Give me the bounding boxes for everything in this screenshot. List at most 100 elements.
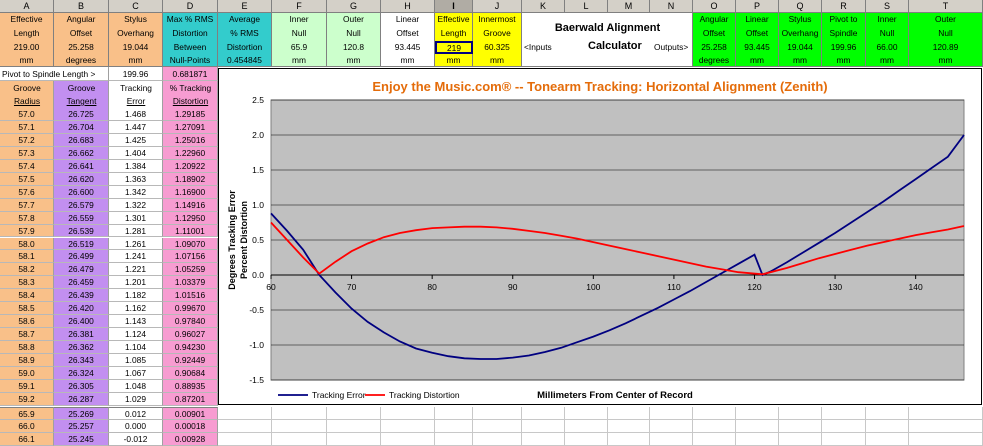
table-cell[interactable]: 58.0 — [0, 237, 54, 251]
empty-cell[interactable] — [650, 433, 693, 446]
empty-cell[interactable] — [522, 407, 565, 420]
empty-cell[interactable] — [608, 407, 650, 420]
table-cell[interactable]: 0.99670 — [163, 302, 218, 316]
table-cell[interactable]: 26.287 — [54, 392, 109, 406]
table-cell[interactable]: 1.03379 — [163, 276, 218, 290]
column-header-i[interactable]: I — [435, 0, 473, 13]
empty-cell[interactable] — [272, 420, 327, 433]
table-cell[interactable]: 26.479 — [54, 263, 109, 277]
header-i-line3[interactable]: 219 — [435, 41, 473, 54]
empty-cell[interactable] — [693, 420, 736, 433]
empty-cell[interactable] — [272, 407, 327, 420]
table-cell[interactable]: 57.5 — [0, 172, 54, 186]
table-cell[interactable]: 1.261 — [109, 237, 163, 251]
table-cell[interactable]: 65.9 — [0, 407, 54, 420]
table-cell[interactable]: 57.4 — [0, 159, 54, 173]
table-cell[interactable]: 57.7 — [0, 198, 54, 212]
table-cell[interactable]: 26.704 — [54, 120, 109, 134]
empty-cell[interactable] — [473, 407, 522, 420]
empty-cell[interactable] — [779, 407, 822, 420]
table-cell[interactable]: 26.343 — [54, 354, 109, 367]
table-cell[interactable]: 1.384 — [109, 159, 163, 173]
empty-cell[interactable] — [565, 407, 608, 420]
table-cell[interactable]: 0.97840 — [163, 315, 218, 329]
table-cell[interactable]: 58.4 — [0, 289, 54, 303]
empty-cell[interactable] — [565, 433, 608, 446]
empty-cell[interactable] — [473, 433, 522, 446]
empty-cell[interactable] — [218, 433, 272, 446]
table-cell[interactable]: 26.641 — [54, 159, 109, 173]
table-cell[interactable]: 1.25016 — [163, 133, 218, 147]
table-cell[interactable]: 1.05259 — [163, 263, 218, 277]
table-cell[interactable]: 57.1 — [0, 120, 54, 134]
table-cell[interactable]: 26.420 — [54, 302, 109, 316]
table-cell[interactable]: 26.539 — [54, 224, 109, 238]
column-header-r[interactable]: R — [822, 0, 866, 13]
table-cell[interactable]: 0.96027 — [163, 328, 218, 342]
column-header-q[interactable]: Q — [779, 0, 822, 13]
table-cell[interactable]: 0.92449 — [163, 354, 218, 367]
table-cell[interactable]: 0.87201 — [163, 392, 218, 406]
table-cell[interactable]: 1.20922 — [163, 159, 218, 173]
table-cell[interactable]: 1.104 — [109, 341, 163, 355]
table-cell[interactable]: 59.2 — [0, 392, 54, 406]
column-header-m[interactable]: M — [608, 0, 650, 13]
table-cell[interactable]: 57.0 — [0, 108, 54, 121]
table-cell[interactable]: 58.6 — [0, 315, 54, 329]
empty-cell[interactable] — [327, 433, 381, 446]
table-cell[interactable]: 1.16900 — [163, 185, 218, 199]
table-cell[interactable]: 1.404 — [109, 146, 163, 160]
table-cell[interactable]: 1.301 — [109, 211, 163, 225]
table-cell[interactable]: 1.468 — [109, 108, 163, 121]
table-cell[interactable]: 1.342 — [109, 185, 163, 199]
table-cell[interactable]: 1.18902 — [163, 172, 218, 186]
table-cell[interactable]: 1.447 — [109, 120, 163, 134]
empty-cell[interactable] — [866, 407, 909, 420]
table-cell[interactable]: 0.88935 — [163, 379, 218, 393]
table-cell[interactable]: 1.322 — [109, 198, 163, 212]
table-cell[interactable]: 0.012 — [109, 407, 163, 420]
empty-cell[interactable] — [327, 420, 381, 433]
table-cell[interactable]: 26.362 — [54, 341, 109, 355]
table-cell[interactable]: 25.257 — [54, 420, 109, 433]
empty-cell[interactable] — [909, 433, 983, 446]
column-header-k[interactable]: K — [522, 0, 565, 13]
table-cell[interactable]: 1.182 — [109, 289, 163, 303]
table-cell[interactable]: 1.241 — [109, 250, 163, 264]
table-cell[interactable]: 26.620 — [54, 172, 109, 186]
empty-cell[interactable] — [736, 407, 779, 420]
table-cell[interactable]: 1.12950 — [163, 211, 218, 225]
table-cell[interactable]: 57.9 — [0, 224, 54, 238]
table-cell[interactable]: 26.725 — [54, 108, 109, 121]
empty-cell[interactable] — [736, 433, 779, 446]
table-cell[interactable]: 1.067 — [109, 367, 163, 380]
empty-cell[interactable] — [218, 420, 272, 433]
empty-cell[interactable] — [565, 420, 608, 433]
table-cell[interactable]: 26.559 — [54, 211, 109, 225]
table-cell[interactable]: 1.11001 — [163, 224, 218, 238]
empty-cell[interactable] — [473, 420, 522, 433]
empty-cell[interactable] — [608, 420, 650, 433]
table-cell[interactable]: 59.1 — [0, 379, 54, 393]
table-cell[interactable]: 1.09070 — [163, 237, 218, 251]
column-header-h[interactable]: H — [381, 0, 435, 13]
table-cell[interactable]: 26.439 — [54, 289, 109, 303]
column-header-c[interactable]: C — [109, 0, 163, 13]
table-cell[interactable]: 57.3 — [0, 146, 54, 160]
table-cell[interactable]: 26.579 — [54, 198, 109, 212]
table-cell[interactable]: 58.1 — [0, 250, 54, 264]
table-cell[interactable]: 1.085 — [109, 354, 163, 367]
pivot-value[interactable]: 199.96 — [109, 67, 163, 81]
empty-cell[interactable] — [218, 407, 272, 420]
column-header-g[interactable]: G — [327, 0, 381, 13]
table-cell[interactable]: 1.27091 — [163, 120, 218, 134]
table-cell[interactable]: 26.381 — [54, 328, 109, 342]
empty-cell[interactable] — [866, 420, 909, 433]
table-cell[interactable]: 59.0 — [0, 367, 54, 380]
column-header-j[interactable]: J — [473, 0, 522, 13]
empty-cell[interactable] — [693, 433, 736, 446]
empty-cell[interactable] — [909, 407, 983, 420]
table-cell[interactable]: 0.94230 — [163, 341, 218, 355]
empty-cell[interactable] — [866, 433, 909, 446]
table-cell[interactable]: 25.245 — [54, 433, 109, 446]
